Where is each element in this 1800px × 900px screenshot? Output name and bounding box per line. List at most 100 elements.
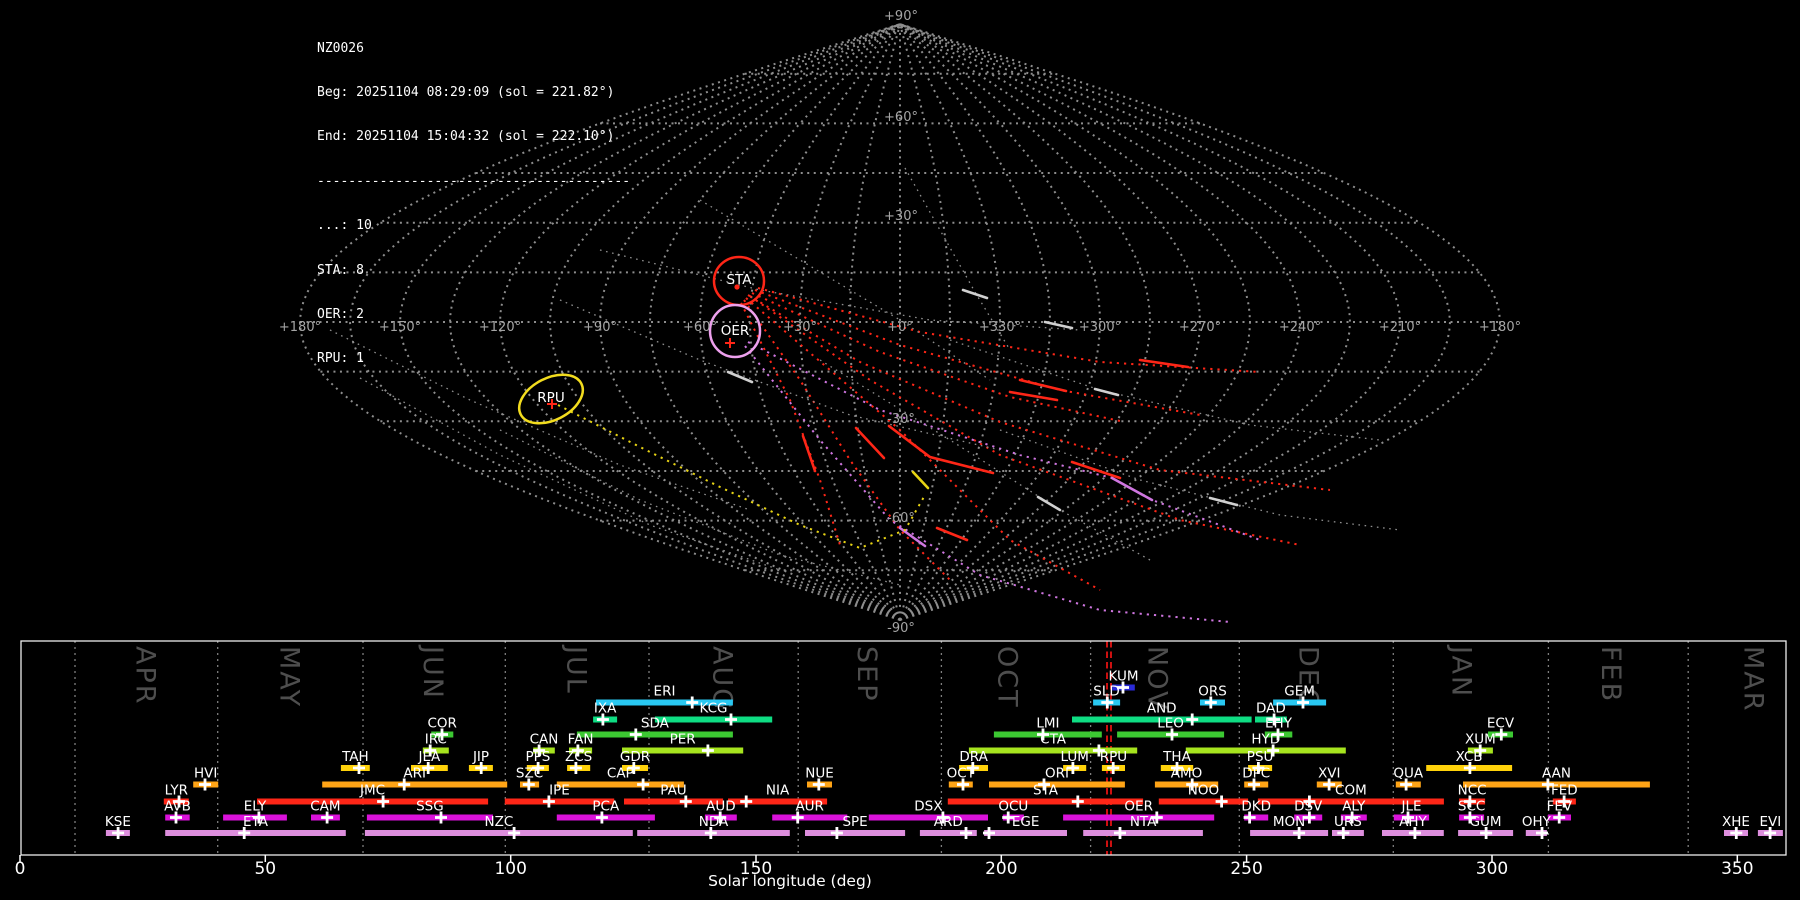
meteor-streak-yellow — [911, 470, 930, 490]
meteor-trail-gray — [599, 249, 1081, 331]
month-label-oct: OCT — [992, 646, 1023, 709]
dec-grid-label: +60° — [884, 110, 918, 125]
ra-grid-label: +210° — [1379, 320, 1421, 335]
x-axis-tick-label: 250 — [1230, 859, 1262, 879]
shower-bar-ETA — [165, 830, 346, 836]
count-row-rpu: RPU: 1 — [317, 351, 364, 367]
radiant-label-oer: OER — [721, 323, 750, 339]
meteor-trail-yellow — [557, 404, 926, 550]
station-id: NZ0026 — [317, 40, 364, 56]
shower-label-DKD: DKD — [1241, 799, 1271, 815]
month-label-may: MAY — [273, 646, 304, 708]
shower-label-OER: OER — [1124, 799, 1153, 815]
meteor-trail-gray — [499, 429, 901, 586]
count-row-sta: STA: 8 — [317, 262, 364, 278]
shower-bar-ARI — [322, 781, 508, 788]
shower-label-PAU: PAU — [660, 783, 686, 799]
shower-label-PCA: PCA — [592, 799, 620, 815]
shower-label-NZC: NZC — [485, 814, 514, 830]
shower-bar-SDA — [576, 731, 733, 738]
shower-label-AAN: AAN — [1542, 766, 1571, 782]
count-row-sporadic: ...: 10 — [317, 218, 372, 234]
shower-bar-SPE — [805, 830, 906, 836]
shower-label-FAN: FAN — [568, 732, 594, 748]
count-row-oer: OER: 2 — [317, 306, 364, 322]
shower-bar-NOO — [1158, 798, 1249, 805]
ra-grid-label: +330° — [979, 320, 1021, 335]
meteor-streak-gray — [726, 370, 754, 384]
meteor-streak-red — [887, 424, 995, 475]
shower-bar-EGE — [984, 830, 1067, 836]
shower-bar-KCG — [654, 716, 773, 723]
dec-grid-label: -60° — [887, 511, 915, 526]
shower-label-IPE: IPE — [549, 783, 570, 799]
ra-grid-label: +180° — [279, 320, 321, 335]
activity-timeline: APR MAY JUN JUL AUG SEP OCT NOV DEC JAN FEB MARKUME… — [15, 640, 1787, 890]
ra-grid-label: +180° — [1479, 320, 1521, 335]
shower-bar-SSG — [366, 814, 493, 821]
shower-label-LMI: LMI — [1036, 716, 1059, 732]
month-label-feb: FEB — [1595, 646, 1626, 703]
shower-label-GEM: GEM — [1284, 684, 1315, 700]
shower-label-QUA: QUA — [1393, 766, 1424, 782]
month-label-mar: MAR — [1737, 646, 1768, 713]
meteor-streak-gray — [961, 288, 989, 300]
shower-bar-STA — [947, 798, 1144, 805]
meteor-trail-red — [754, 289, 1201, 416]
shower-label-ALY: ALY — [1342, 799, 1366, 815]
meteor-streak-violet — [1110, 476, 1154, 502]
meteor-streak-gray — [1208, 496, 1239, 507]
meteor-trail-gray — [699, 199, 991, 381]
dec-grid-label: +90° — [884, 9, 918, 24]
dec-grid-label: -90° — [887, 621, 915, 636]
shower-label-JLE: JLE — [1400, 799, 1421, 815]
shower-labels: KUMERI SLD ORS GEMIXA KCG AND DADCOR SDA LMI LEO E… — [105, 669, 1781, 831]
ra-grid-label: +0° — [887, 320, 913, 335]
meteor-streak-red — [854, 426, 886, 460]
shower-label-DAD: DAD — [1256, 701, 1286, 717]
shower-label-KCG: KCG — [699, 701, 727, 717]
radiant-label-sta: STA — [726, 272, 752, 288]
month-label-jan: JAN — [1446, 644, 1477, 698]
shower-label-OCU: OCU — [998, 799, 1028, 815]
shower-label-EGE: EGE — [1012, 814, 1040, 830]
meteor-observation-screen: STA OER RPU +180° +150° +120° +90° +60° +30° +0° +… — [0, 0, 1800, 900]
meteor-streak-gray — [1036, 495, 1062, 512]
meteor-trail-red — [751, 292, 1121, 422]
shower-bar-NTA — [1083, 830, 1203, 836]
shower-label-CAN: CAN — [530, 732, 559, 748]
dec-grid-label: -30° — [887, 412, 915, 427]
shower-label-AUR: AUR — [795, 799, 824, 815]
shower-bar-DSX — [868, 814, 988, 821]
shower-label-SDA: SDA — [641, 716, 670, 732]
shower-label-ORI: ORI — [1045, 766, 1069, 782]
meteor-streak-gray — [1093, 387, 1120, 397]
ra-grid-label: +300° — [1079, 320, 1121, 335]
month-label-sep: SEP — [851, 646, 882, 702]
observation-info-block: NZ0026 Beg: 20251104 08:29:09 (sol = 221… — [317, 12, 630, 397]
meteor-trail-gray — [949, 339, 1381, 441]
shower-bar-JMC — [257, 798, 489, 805]
shower-label-AND: AND — [1147, 701, 1177, 717]
shower-bar-AUR — [772, 814, 848, 821]
x-axis-title: Solar longitude (deg) — [708, 872, 872, 890]
x-axis-tick-label: 300 — [1476, 859, 1508, 879]
shower-label-LYR: LYR — [165, 783, 188, 799]
shower-label-SSG: SSG — [416, 799, 444, 815]
shower-label-LUM: LUM — [1061, 749, 1089, 765]
x-axis-tick-label: 100 — [494, 859, 526, 879]
shower-label-NCC: NCC — [1458, 783, 1487, 799]
x-axis-tick-label: 0 — [15, 859, 26, 879]
ra-grid-label: +60° — [683, 320, 717, 335]
shower-label-IXA: IXA — [594, 701, 617, 717]
meteor-trail-gray — [999, 429, 1401, 531]
grid-meridian — [899, 23, 1402, 621]
begin-time-line: Beg: 20251104 08:29:09 (sol = 221.82°) — [317, 84, 615, 100]
shower-label-NIA: NIA — [766, 783, 790, 799]
shower-bar-MON — [1250, 830, 1329, 836]
shower-label-JMC: JMC — [359, 783, 385, 799]
shower-label-CAM: CAM — [310, 799, 340, 815]
shower-label-DSX: DSX — [914, 799, 942, 815]
meteor-streak-red — [1008, 390, 1059, 402]
meteor-trail-gray — [359, 377, 781, 571]
